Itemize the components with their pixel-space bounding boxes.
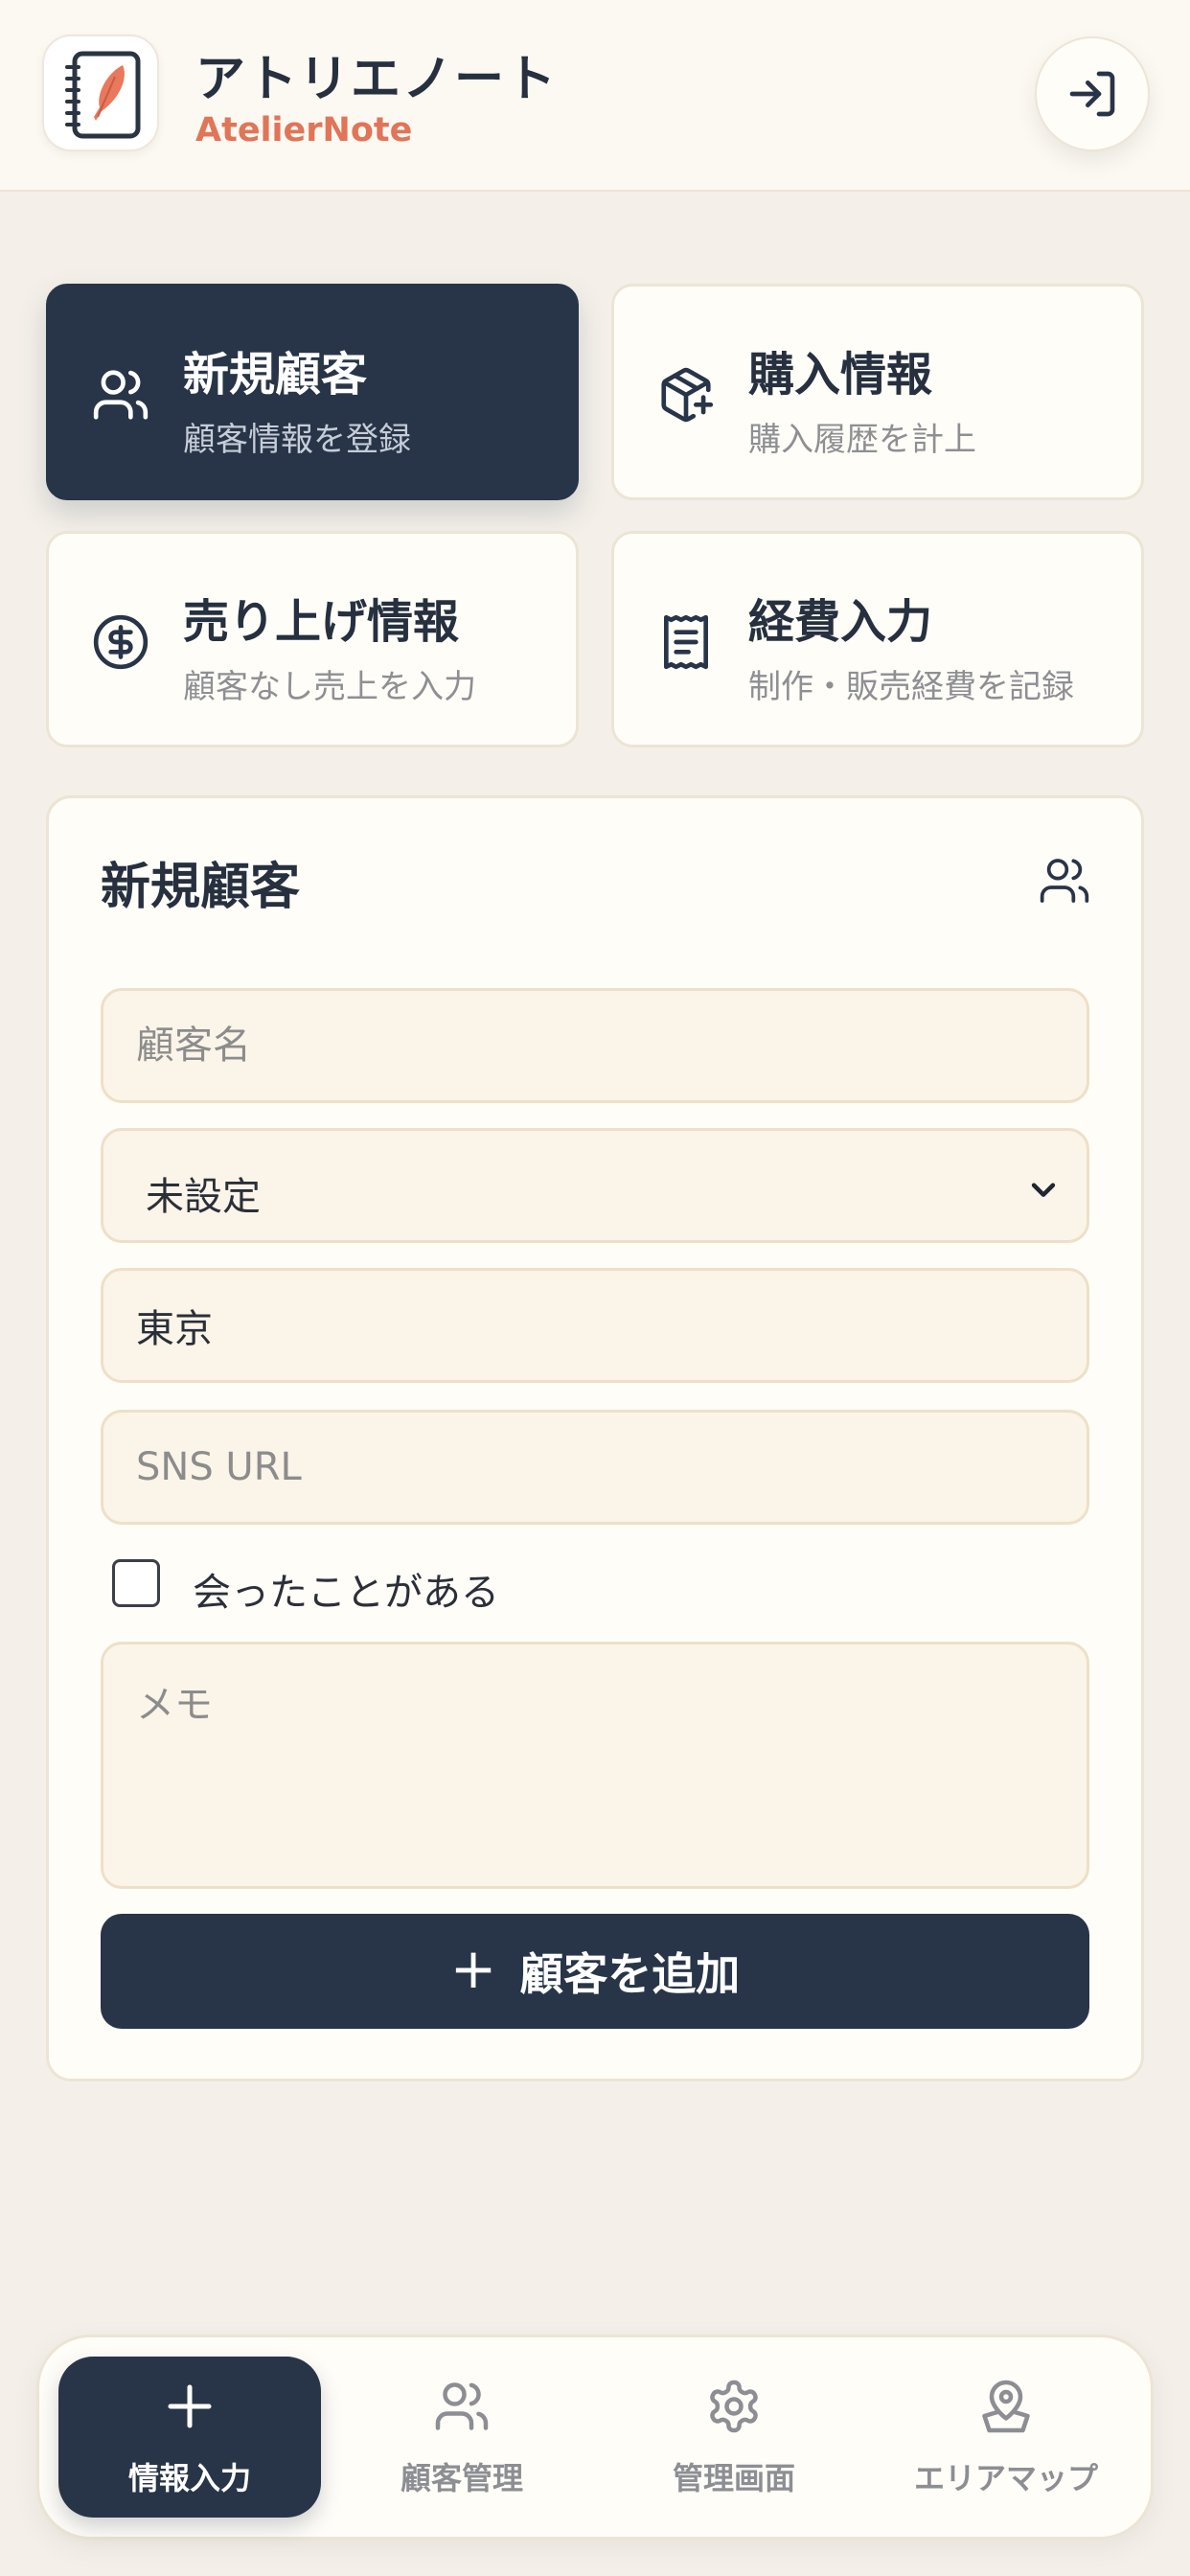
- notebook-quill-icon: [65, 51, 141, 139]
- form-title: 新規顧客: [101, 859, 301, 916]
- action-card-purchase[interactable]: 購入情報 購入履歴を計上: [611, 284, 1144, 500]
- map-pin-icon: [982, 2380, 1030, 2433]
- met-checkbox[interactable]: [112, 1559, 160, 1607]
- receipt-icon: [664, 614, 708, 670]
- action-card-sales[interactable]: 売り上げ情報 顧客なし売上を入力: [46, 531, 579, 748]
- new-customer-form: 新規顧客 未設定 会ったことがある + 顧客を追加: [46, 795, 1144, 2082]
- action-card-subtitle: 制作・販売経費を記録: [748, 668, 1074, 706]
- nav-item-admin[interactable]: 管理画面: [603, 2357, 865, 2518]
- add-customer-label: 顧客を追加: [519, 1948, 741, 2000]
- nav-label: エリアマップ: [913, 2460, 1098, 2496]
- action-card-subtitle: 顧客情報を登録: [183, 421, 411, 459]
- action-card-title: 経費入力: [748, 595, 933, 649]
- action-card-title: 購入情報: [748, 348, 933, 402]
- action-card-new-customer[interactable]: 新規顧客 顧客情報を登録: [46, 284, 579, 500]
- nav-label: 情報入力: [127, 2460, 251, 2496]
- nav-item-input[interactable]: 情報入力: [58, 2357, 321, 2518]
- area-input[interactable]: [101, 1268, 1089, 1383]
- app-logo: [42, 34, 159, 151]
- log-in-icon: [1069, 71, 1115, 117]
- nav-label: 顧客管理: [400, 2460, 523, 2496]
- users-icon: [93, 370, 149, 420]
- add-customer-button[interactable]: + 顧客を追加: [101, 1914, 1089, 2029]
- chevron-down-icon: [1031, 1183, 1056, 1197]
- met-checkbox-label: 会ったことがある: [193, 1571, 499, 1615]
- app-subtitle: AtelierNote: [195, 111, 413, 150]
- login-button[interactable]: [1035, 36, 1150, 151]
- users-icon: [435, 2382, 489, 2430]
- action-card-title: 新規顧客: [183, 348, 368, 402]
- action-card-expense[interactable]: 経費入力 制作・販売経費を記録: [611, 531, 1144, 748]
- category-select[interactable]: 未設定: [101, 1128, 1089, 1243]
- app-title: アトリエノート: [195, 51, 559, 108]
- app-screen: アトリエノート AtelierNote 新規顧客 顧客情報を登録 購入情報 購入…: [0, 0, 1190, 2576]
- package-plus-icon: [661, 367, 714, 423]
- action-card-title: 売り上げ情報: [183, 595, 460, 649]
- plus-icon: [168, 2384, 212, 2428]
- action-card-subtitle: 顧客なし売上を入力: [183, 668, 476, 706]
- nav-item-area-map[interactable]: エリアマップ: [875, 2357, 1137, 2518]
- bottom-nav: 情報入力 顧客管理 管理画面 エリアマップ: [36, 2334, 1154, 2540]
- gear-icon: [710, 2380, 758, 2433]
- customer-name-input[interactable]: [101, 988, 1089, 1103]
- app-header: アトリエノート AtelierNote: [0, 0, 1190, 192]
- sns-url-input[interactable]: [101, 1410, 1089, 1525]
- nav-label: 管理画面: [672, 2460, 795, 2496]
- category-select-value: 未設定: [146, 1175, 261, 1219]
- dollar-circle-icon: [93, 614, 149, 670]
- plus-icon: +: [449, 1936, 497, 2001]
- users-icon: [1040, 859, 1089, 903]
- action-card-subtitle: 購入履歴を計上: [748, 421, 976, 459]
- memo-textarea[interactable]: [101, 1642, 1089, 1889]
- nav-item-customers[interactable]: 顧客管理: [331, 2357, 593, 2518]
